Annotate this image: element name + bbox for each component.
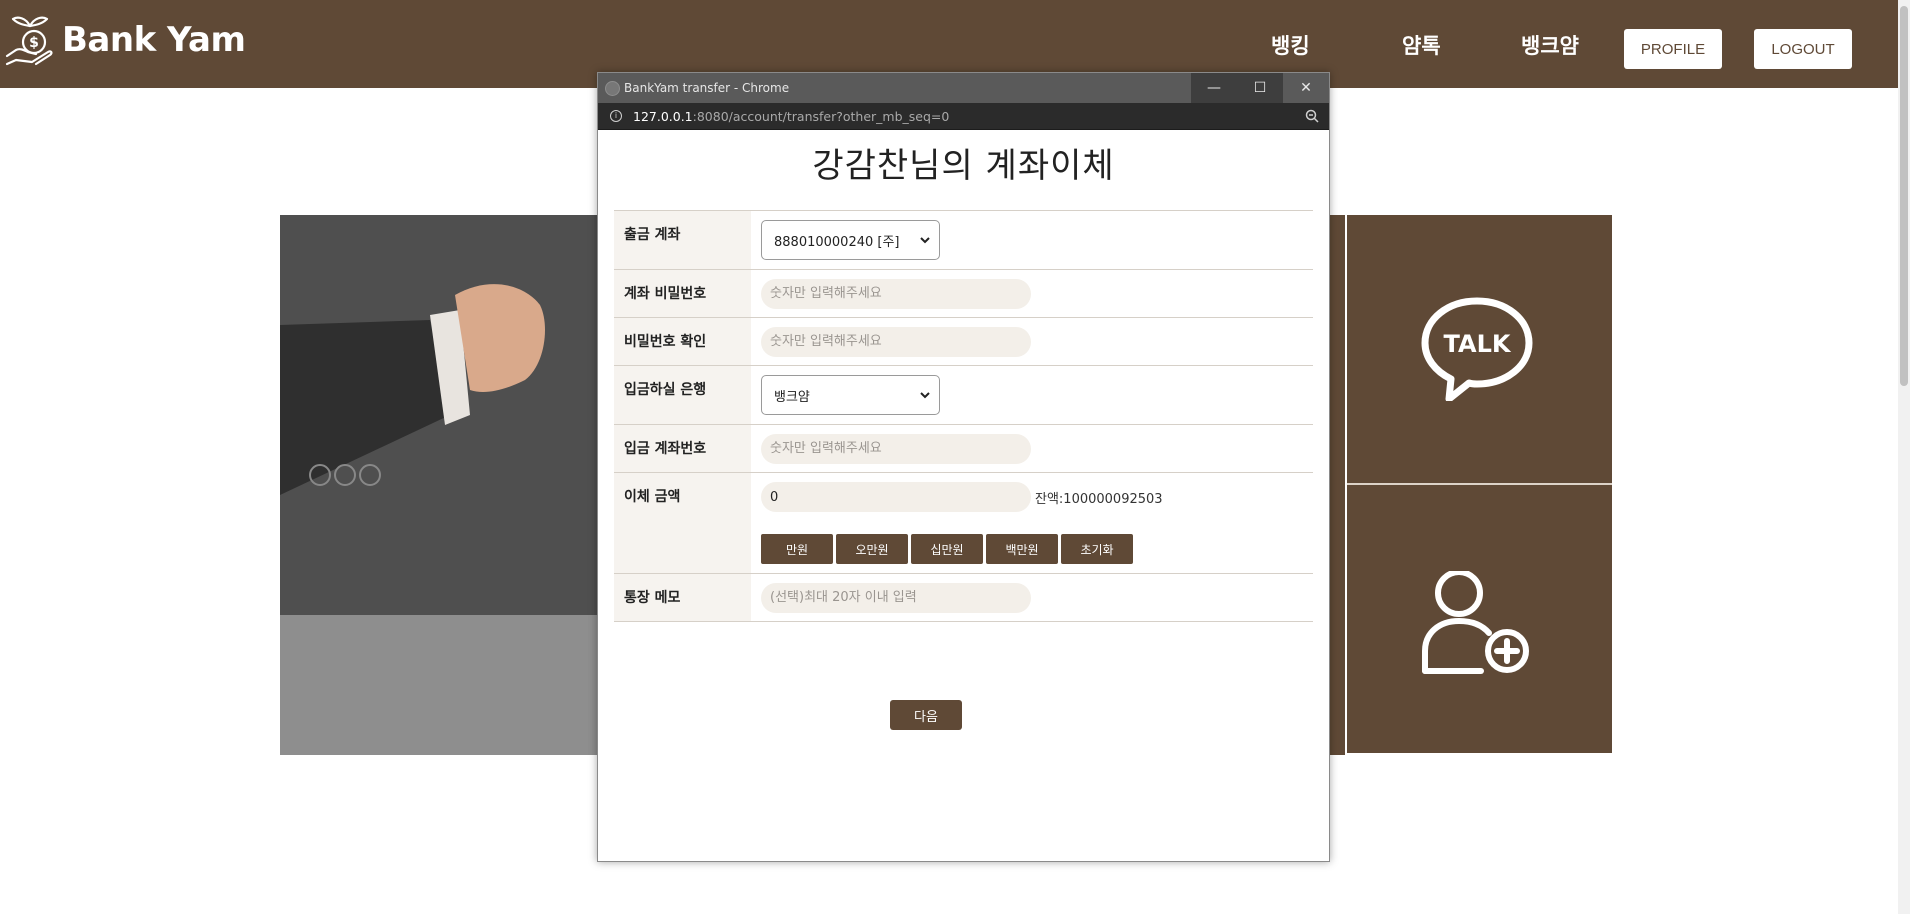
row-to-account: 입금 계좌번호 xyxy=(614,424,1313,473)
label-password: 계좌 비밀번호 xyxy=(614,269,751,318)
talk-bubble-icon: TALK xyxy=(1421,297,1533,401)
from-account-value: 888010000240 [주] xyxy=(774,234,900,250)
popup-content: 강감찬님의 계좌이체 출금 계좌 888010000240 [주] 계좌 비밀번… xyxy=(598,130,1329,860)
site-info-icon[interactable]: i xyxy=(610,110,622,122)
add-50k-button[interactable]: 오만원 xyxy=(836,534,908,564)
row-memo: 통장 메모 xyxy=(614,573,1313,622)
add-100k-button[interactable]: 십만원 xyxy=(911,534,983,564)
brand-name: Bank Yam xyxy=(62,20,246,60)
bank-value: 뱅크얌 xyxy=(774,389,810,405)
nav-bankyam[interactable]: 뱅크얌 xyxy=(1521,30,1579,60)
chevron-down-icon xyxy=(920,392,930,399)
label-password-confirm: 비밀번호 확인 xyxy=(614,317,751,366)
label-amount: 이체 금액 xyxy=(614,472,751,574)
profile-button[interactable]: PROFILE xyxy=(1624,29,1722,69)
add-user-icon xyxy=(1422,571,1529,674)
url-path: :8080/account/transfer?other_mb_seq=0 xyxy=(692,109,950,124)
add-1m-button[interactable]: 백만원 xyxy=(986,534,1058,564)
label-bank: 입금하실 은행 xyxy=(614,365,751,425)
nav-banking[interactable]: 뱅킹 xyxy=(1271,30,1310,60)
form-title: 강감찬님의 계좌이체 xyxy=(812,146,1115,186)
hero-image xyxy=(280,215,610,755)
balance-text: 잔액:100000092503 xyxy=(1035,491,1163,507)
chevron-down-icon xyxy=(920,237,930,244)
behind-popup-strip xyxy=(1328,215,1345,755)
memo-input[interactable] xyxy=(761,582,1031,613)
from-account-select[interactable]: 888010000240 [주] xyxy=(761,220,940,260)
password-confirm-input[interactable] xyxy=(761,326,1031,357)
svg-text:TALK: TALK xyxy=(1444,330,1512,358)
url-text[interactable]: 127.0.0.1:8080/account/transfer?other_mb… xyxy=(633,109,949,124)
bank-select[interactable]: 뱅크얌 xyxy=(761,375,940,415)
label-memo: 통장 메모 xyxy=(614,573,751,622)
chrome-icon xyxy=(605,81,620,96)
row-bank: 입금하실 은행 뱅크얌 xyxy=(614,365,1313,425)
to-account-input[interactable] xyxy=(761,433,1031,464)
window-titlebar[interactable]: BankYam transfer - Chrome — ☐ ✕ xyxy=(598,73,1329,103)
tile-add-user[interactable] xyxy=(1347,485,1612,753)
row-amount: 이체 금액 잔액:100000092503 만원오만원십만원백만원초기화 xyxy=(614,472,1313,574)
password-input[interactable] xyxy=(761,278,1031,309)
next-button[interactable]: 다음 xyxy=(890,700,962,730)
brand-logo[interactable]: $ Bank Yam xyxy=(4,12,246,68)
logout-button[interactable]: LOGOUT xyxy=(1754,29,1852,69)
maximize-button[interactable]: ☐ xyxy=(1237,73,1283,103)
row-from-account: 출금 계좌 888010000240 [주] xyxy=(614,210,1313,270)
label-to-account: 입금 계좌번호 xyxy=(614,424,751,473)
add-10k-button[interactable]: 만원 xyxy=(761,534,833,564)
label-from-account: 출금 계좌 xyxy=(614,210,751,270)
window-title: BankYam transfer - Chrome xyxy=(624,81,790,95)
money-plant-icon: $ xyxy=(5,16,53,66)
page-scrollbar[interactable] xyxy=(1898,0,1910,914)
close-button[interactable]: ✕ xyxy=(1283,73,1329,103)
row-password: 계좌 비밀번호 xyxy=(614,269,1313,318)
transfer-form: 출금 계좌 888010000240 [주] 계좌 비밀번호 비밀번호 확인 입… xyxy=(614,210,1313,622)
address-bar[interactable]: i 127.0.0.1:8080/account/transfer?other_… xyxy=(598,103,1329,130)
zoom-icon[interactable] xyxy=(1305,109,1319,123)
url-host: 127.0.0.1 xyxy=(633,109,693,124)
transfer-popup-window[interactable]: BankYam transfer - Chrome — ☐ ✕ i 127.0.… xyxy=(597,72,1330,862)
row-password-confirm: 비밀번호 확인 xyxy=(614,317,1313,366)
reset-amount-button[interactable]: 초기화 xyxy=(1061,534,1133,564)
tile-yamtalk[interactable]: TALK xyxy=(1347,215,1612,483)
nav-yamtalk[interactable]: 얌톡 xyxy=(1402,30,1441,60)
svg-text:$: $ xyxy=(29,35,39,51)
scroll-thumb[interactable] xyxy=(1900,6,1908,386)
amount-input[interactable] xyxy=(761,482,1031,512)
minimize-button[interactable]: — xyxy=(1191,73,1237,103)
